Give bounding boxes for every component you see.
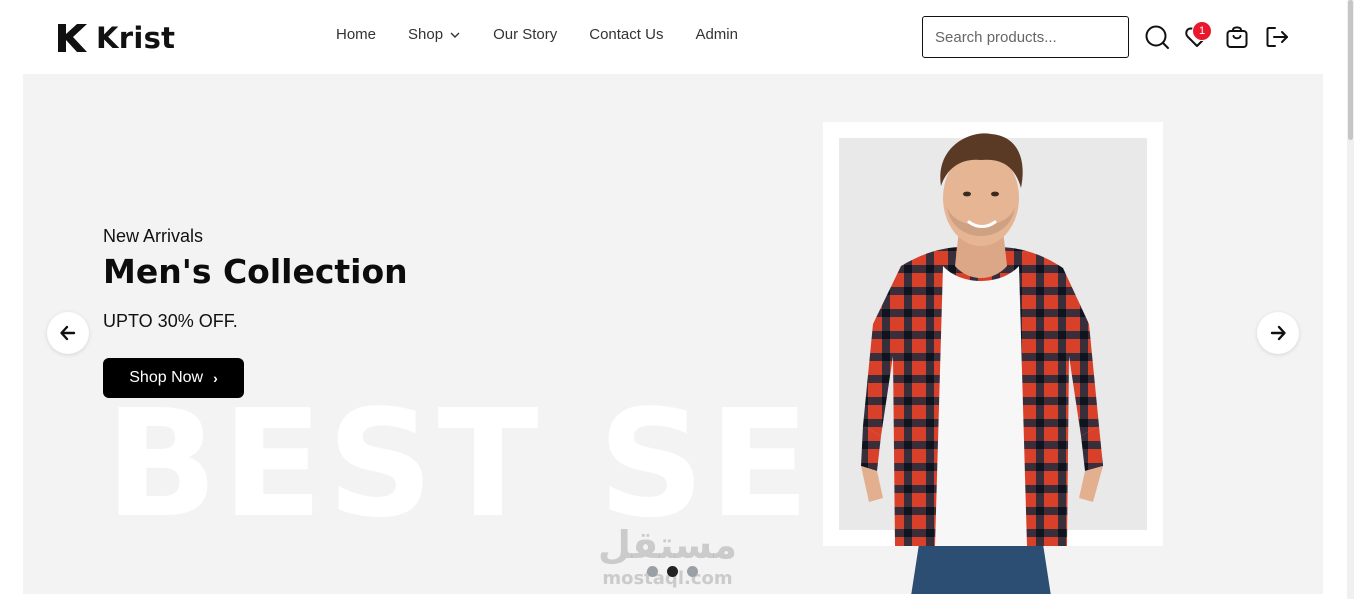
carousel-dot-2[interactable] (667, 566, 678, 577)
shop-now-label: Shop Now (129, 369, 204, 386)
arrow-right-icon (1270, 325, 1286, 341)
cart-button[interactable] (1224, 24, 1250, 50)
nav-item-home[interactable]: Home (336, 26, 376, 43)
chevron-right-icon: › (213, 370, 218, 386)
arrow-left-icon (60, 325, 76, 341)
brand-name: Krist (96, 21, 176, 55)
hero-eyebrow: New Arrivals (103, 226, 204, 246)
search-input[interactable] (922, 16, 1129, 58)
shop-now-button[interactable]: Shop Now › (103, 358, 244, 398)
nav-item-shop-label: Shop (408, 26, 444, 43)
mostaql-watermark: مستقل mostaql.com (598, 526, 737, 589)
wishlist-count-badge: 1 (1192, 21, 1212, 41)
krist-logo-icon (58, 24, 87, 52)
shopping-bag-icon (1226, 26, 1248, 48)
carousel-next-button[interactable] (1257, 312, 1299, 354)
search-button[interactable] (1144, 24, 1170, 50)
search-icon (1145, 25, 1169, 49)
carousel-dot-3[interactable] (687, 566, 698, 577)
logout-button[interactable] (1264, 24, 1290, 50)
watermark-arabic: مستقل (598, 523, 737, 567)
chevron-down-icon (450, 32, 460, 38)
page-scrollbar-thumb[interactable] (1348, 0, 1353, 140)
nav-item-shop[interactable]: Shop (408, 26, 461, 43)
site-header: Krist Home Shop Our Story Contact Us Adm… (0, 0, 1354, 74)
carousel-dots (647, 566, 707, 577)
main-nav: Home Shop Our Story Contact Us Admin (336, 26, 738, 43)
nav-item-our-story[interactable]: Our Story (493, 26, 557, 43)
carousel-dot-1[interactable] (647, 566, 658, 577)
nav-item-contact-us[interactable]: Contact Us (589, 26, 663, 43)
hero-title: Men's Collection (103, 252, 408, 291)
carousel-prev-button[interactable] (47, 312, 89, 354)
brand-logo[interactable]: Krist (56, 20, 175, 56)
hero-subtitle: UPTO 30% OFF. (103, 311, 238, 331)
nav-item-admin[interactable]: Admin (695, 26, 738, 43)
logout-icon (1266, 27, 1288, 47)
hero-model-image (861, 133, 1103, 594)
hero-banner: BEST SELL New Arrivals Men's Collection … (23, 74, 1323, 594)
